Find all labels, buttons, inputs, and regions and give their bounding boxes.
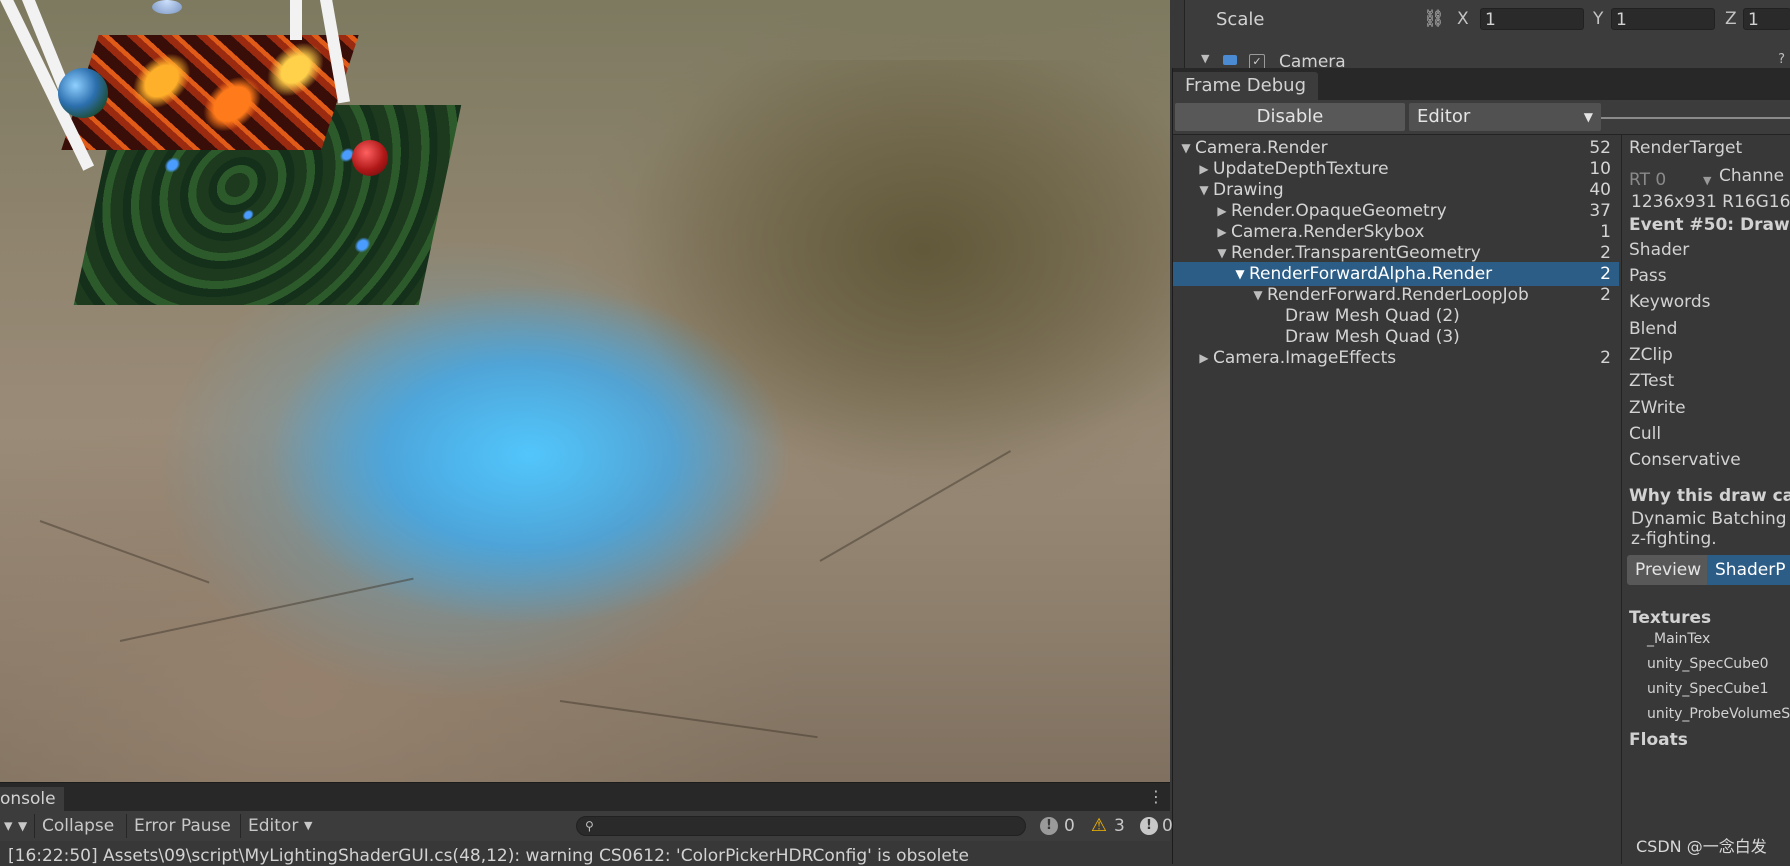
shader-props-button[interactable]: ShaderP — [1707, 555, 1790, 585]
info-count[interactable]: 0 — [1060, 814, 1079, 838]
event-tree: ▼ Camera.Render 52 ▶ UpdateDepthTexture … — [1173, 134, 1619, 864]
tab-frame-debug[interactable]: Frame Debug — [1173, 72, 1318, 100]
texture-item: _MainTex — [1647, 631, 1711, 647]
info-icon[interactable]: ! — [1040, 817, 1058, 835]
preview-button[interactable]: Preview — [1627, 555, 1710, 585]
frame-debug-toolbar: Disable Editor ▼ — [1173, 100, 1790, 135]
prop-keywords: Keywords — [1629, 292, 1711, 312]
why-title: Why this draw cal — [1629, 486, 1790, 506]
watermark: CSDN @一念白发 — [1636, 837, 1767, 856]
inspector-panel: Scale ⛓ X 1 Y 1 Z 1 ▼ ✓ Camera ? — [1184, 0, 1790, 68]
x-label: X — [1457, 9, 1469, 29]
rt-select-dropdown[interactable]: RT 0 — [1629, 170, 1666, 190]
white-pole — [290, 0, 302, 40]
globe-sphere[interactable] — [58, 68, 108, 118]
texture-item: unity_ProbeVolumeS — [1647, 706, 1790, 722]
scale-label: Scale — [1216, 9, 1265, 30]
splitter[interactable] — [1621, 134, 1622, 864]
y-label: Y — [1593, 9, 1604, 29]
separator — [240, 814, 241, 838]
unlink-icon[interactable]: ⛓ — [1423, 9, 1445, 29]
floats-title: Floats — [1629, 730, 1688, 750]
prop-pass: Pass — [1629, 266, 1667, 286]
tab-console[interactable]: onsole — [0, 787, 64, 811]
prop-shader: Shader — [1629, 240, 1690, 260]
grass-patch — [620, 60, 1170, 480]
prop-zclip: ZClip — [1629, 345, 1673, 365]
error-icon[interactable]: ! — [1140, 817, 1158, 835]
chevron-down-icon: ▼ — [1703, 174, 1712, 187]
camera-enabled-checkbox[interactable]: ✓ — [1249, 54, 1265, 68]
scale-z-field[interactable]: 1 — [1743, 8, 1790, 30]
collapse-arrow-icon[interactable]: ▼ — [1201, 52, 1209, 65]
editor-dropdown[interactable]: Editor ▼ — [1409, 103, 1601, 131]
small-sphere[interactable] — [152, 0, 182, 14]
scale-x-field[interactable]: 1 — [1480, 8, 1584, 30]
editor-dropdown-label: Editor — [1417, 106, 1471, 127]
chevron-down-icon[interactable]: ▼ — [14, 814, 31, 838]
render-target-label: RenderTarget — [1629, 138, 1743, 158]
console-log-entry[interactable]: [16:22:50] Assets\09\script\MyLightingSh… — [8, 846, 969, 866]
scale-y-field[interactable]: 1 — [1611, 8, 1715, 30]
error-count[interactable]: 0 — [1158, 814, 1174, 838]
error-pause-button[interactable]: Error Pause — [130, 814, 235, 838]
ground-crack — [559, 700, 818, 739]
z-label: Z — [1725, 9, 1737, 29]
prop-ztest: ZTest — [1629, 371, 1675, 391]
prop-blend: Blend — [1629, 319, 1678, 339]
collapse-button[interactable]: Collapse — [38, 814, 118, 838]
separator — [34, 814, 35, 838]
editor-dropdown[interactable]: Editor — [244, 814, 302, 838]
chevron-down-icon[interactable]: ▼ — [300, 814, 316, 838]
ground-crack — [119, 577, 414, 642]
prop-cull: Cull — [1629, 424, 1662, 444]
collapsed-arrow-icon[interactable]: ▶ — [1197, 346, 1211, 370]
warning-icon[interactable]: ⚠ — [1090, 817, 1108, 835]
separator — [126, 814, 127, 838]
frame-debug-tabbar: Frame Debug — [1173, 68, 1790, 100]
channel-label[interactable]: Channe — [1719, 166, 1784, 186]
chevron-down-icon: ▼ — [1583, 110, 1593, 124]
prop-zwrite: ZWrite — [1629, 398, 1686, 418]
red-sphere[interactable] — [352, 140, 388, 176]
camera-label: Camera — [1279, 52, 1346, 68]
more-options-icon[interactable]: ⋮ — [1148, 787, 1164, 806]
event-details-panel: RenderTarget RT 0 ▼ Channe 1236x931 R16G… — [1623, 134, 1790, 864]
prop-conservative: Conservative — [1629, 450, 1741, 470]
camera-component-header[interactable]: ▼ ✓ Camera ? — [1185, 52, 1790, 68]
search-icon: ⚲ — [585, 819, 594, 833]
why-line: z-fighting. — [1631, 529, 1717, 549]
console-window: onsole ⋮ ▾ ▼ Collapse Error Pause Editor… — [0, 782, 1173, 866]
disable-button[interactable]: Disable — [1175, 103, 1405, 131]
frame-debug-window: Frame Debug Disable Editor ▼ ▼ Camera.Re… — [1172, 68, 1790, 864]
event-slider[interactable] — [1601, 117, 1790, 119]
console-search-input[interactable]: ⚲ — [576, 816, 1026, 836]
tree-item[interactable]: ▶ Camera.ImageEffects 2 — [1173, 346, 1619, 370]
camera-icon — [1223, 55, 1237, 65]
help-icon[interactable]: ? — [1778, 52, 1785, 67]
textures-title: Textures — [1629, 608, 1712, 628]
console-tabbar: onsole ⋮ — [0, 783, 1170, 811]
event-title: Event #50: Draw M — [1629, 215, 1790, 235]
ground-crack — [39, 520, 210, 584]
why-line: Dynamic Batching — [1631, 509, 1787, 529]
console-toolbar: ▾ ▼ Collapse Error Pause Editor ▼ ⚲ ! 0 … — [0, 811, 1173, 841]
rt-format-text: 1236x931 R16G16E — [1631, 192, 1790, 212]
texture-item: unity_SpecCube0 — [1647, 656, 1769, 672]
scene-view[interactable] — [0, 0, 1170, 782]
warning-count[interactable]: 3 — [1110, 814, 1129, 838]
texture-item: unity_SpecCube1 — [1647, 681, 1769, 697]
